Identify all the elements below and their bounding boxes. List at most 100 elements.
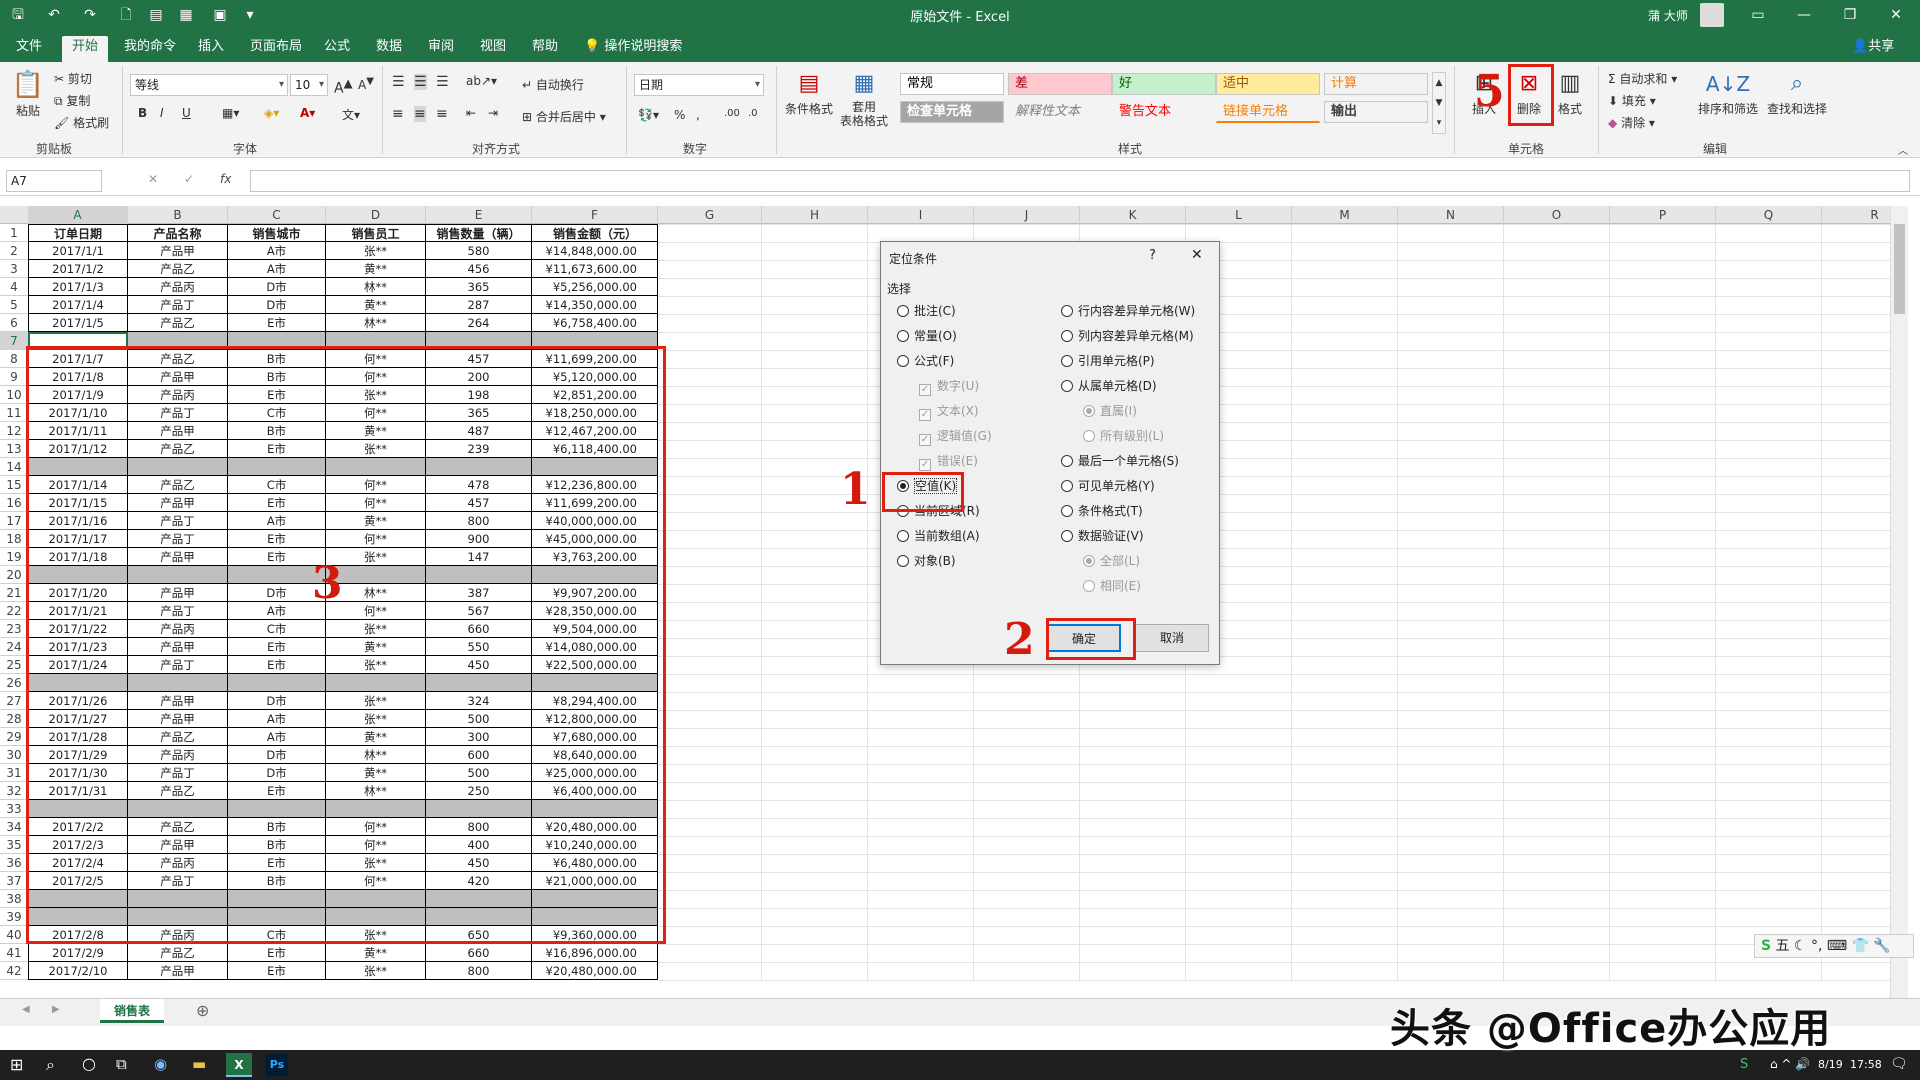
table-cell[interactable]: 黄** bbox=[326, 260, 426, 278]
number-format-combo[interactable]: 日期 bbox=[634, 74, 764, 96]
collapse-ribbon-icon[interactable]: ︿ bbox=[1898, 142, 1908, 157]
avatar[interactable] bbox=[1700, 3, 1724, 27]
table-cell[interactable]: 580 bbox=[426, 242, 532, 260]
percent-icon[interactable]: % bbox=[674, 108, 685, 122]
tab-review[interactable]: 审阅 bbox=[418, 36, 464, 62]
column-header[interactable]: H bbox=[762, 206, 868, 224]
row-header[interactable]: 20 bbox=[0, 566, 28, 584]
style-neutral[interactable]: 适中 bbox=[1216, 73, 1320, 95]
taskbar-time[interactable]: 17:58 bbox=[1850, 1058, 1882, 1071]
table-cell[interactable]: 456 bbox=[426, 260, 532, 278]
row-header[interactable]: 8 bbox=[0, 350, 28, 368]
font-size-combo[interactable]: 10 bbox=[290, 74, 328, 96]
radio-option[interactable]: 从属单元格(D) bbox=[1061, 377, 1157, 394]
row-header[interactable]: 10 bbox=[0, 386, 28, 404]
column-header[interactable]: N bbox=[1398, 206, 1504, 224]
notification-icon[interactable]: 🗨 bbox=[1890, 1056, 1908, 1072]
table-cell[interactable]: E市 bbox=[228, 944, 326, 962]
scroll-thumb[interactable] bbox=[1894, 224, 1905, 314]
style-warning[interactable]: 警告文本 bbox=[1112, 101, 1216, 123]
column-header[interactable]: I bbox=[868, 206, 974, 224]
comma-icon[interactable]: , bbox=[696, 108, 700, 122]
tab-file[interactable]: 文件 bbox=[6, 36, 52, 62]
column-header[interactable]: R bbox=[1822, 206, 1890, 224]
row-header[interactable]: 34 bbox=[0, 818, 28, 836]
cancel-entry-icon[interactable]: ✕ bbox=[148, 172, 158, 186]
row-header[interactable]: 1 bbox=[0, 224, 28, 242]
column-header[interactable]: J bbox=[974, 206, 1080, 224]
tray-app-icon[interactable]: S bbox=[1740, 1057, 1748, 1072]
photoshop-taskbar-icon[interactable]: Ps bbox=[266, 1054, 288, 1076]
column-header[interactable]: E bbox=[426, 206, 532, 224]
row-header[interactable]: 28 bbox=[0, 710, 28, 728]
dialog-help-button[interactable]: ? bbox=[1149, 248, 1156, 263]
row-header[interactable]: 33 bbox=[0, 800, 28, 818]
row-header[interactable]: 3 bbox=[0, 260, 28, 278]
table-cell[interactable]: E市 bbox=[228, 314, 326, 332]
column-header[interactable]: A bbox=[28, 206, 128, 224]
cut-button[interactable]: ✂ 剪切 bbox=[54, 70, 92, 87]
table-cell[interactable]: ¥6,758,400.00 bbox=[532, 314, 658, 332]
style-output[interactable]: 输出 bbox=[1324, 101, 1428, 123]
tab-help[interactable]: 帮助 bbox=[522, 36, 568, 62]
ribbon-display-icon[interactable]: ▭ bbox=[1738, 0, 1778, 30]
table-header-cell[interactable]: 销售城市 bbox=[228, 224, 326, 242]
column-header[interactable]: D bbox=[326, 206, 426, 224]
close-window-icon[interactable]: ✕ bbox=[1876, 0, 1916, 30]
sort-filter-button[interactable]: A↓Z 排序和筛选 bbox=[1696, 68, 1760, 117]
table-cell[interactable]: 365 bbox=[426, 278, 532, 296]
column-header[interactable]: B bbox=[128, 206, 228, 224]
row-header[interactable]: 29 bbox=[0, 728, 28, 746]
column-header[interactable]: P bbox=[1610, 206, 1716, 224]
table-cell[interactable]: 2017/1/4 bbox=[28, 296, 128, 314]
style-normal[interactable]: 常规 bbox=[900, 73, 1004, 95]
table-cell[interactable]: ¥14,848,000.00 bbox=[532, 242, 658, 260]
table-cell[interactable]: D市 bbox=[228, 296, 326, 314]
column-header[interactable]: Q bbox=[1716, 206, 1822, 224]
radio-option[interactable]: 最后一个单元格(S) bbox=[1061, 452, 1179, 469]
phonetic-icon[interactable]: 文▾ bbox=[342, 106, 360, 123]
cortana-icon[interactable]: ○ bbox=[82, 1054, 96, 1073]
tab-my-commands[interactable]: 我的命令 bbox=[114, 36, 186, 62]
formula-input[interactable] bbox=[250, 170, 1910, 192]
style-check-cell[interactable]: 检查单元格 bbox=[900, 101, 1004, 123]
file-explorer-icon[interactable]: ▬ bbox=[192, 1055, 206, 1073]
row-header[interactable]: 15 bbox=[0, 476, 28, 494]
table-cell[interactable]: 产品丁 bbox=[128, 296, 228, 314]
table-cell[interactable]: 660 bbox=[426, 944, 532, 962]
sheet-tab-sales[interactable]: 销售表 bbox=[100, 999, 165, 1023]
table-cell[interactable]: 2017/1/3 bbox=[28, 278, 128, 296]
tab-page-layout[interactable]: 页面布局 bbox=[240, 36, 312, 62]
align-center-icon[interactable]: ≡ bbox=[414, 106, 426, 122]
fill-color-icon[interactable]: ◈▾ bbox=[264, 106, 279, 120]
table-cell[interactable]: ¥14,350,000.00 bbox=[532, 296, 658, 314]
currency-icon[interactable]: 💱▾ bbox=[638, 108, 659, 122]
row-header[interactable]: 37 bbox=[0, 872, 28, 890]
insert-function-icon[interactable]: fx bbox=[220, 172, 231, 186]
table-cell[interactable]: 产品乙 bbox=[128, 944, 228, 962]
row-header[interactable]: 12 bbox=[0, 422, 28, 440]
row-header[interactable]: 26 bbox=[0, 674, 28, 692]
column-header[interactable]: M bbox=[1292, 206, 1398, 224]
row-header[interactable]: 24 bbox=[0, 638, 28, 656]
row-header[interactable]: 16 bbox=[0, 494, 28, 512]
align-bottom-icon[interactable]: ☰ bbox=[436, 74, 449, 90]
row-header[interactable]: 31 bbox=[0, 764, 28, 782]
table-header-cell[interactable]: 产品名称 bbox=[128, 224, 228, 242]
confirm-entry-icon[interactable]: ✓ bbox=[184, 172, 194, 186]
row-header[interactable]: 2 bbox=[0, 242, 28, 260]
tab-home[interactable]: 开始 bbox=[62, 36, 109, 62]
table-cell[interactable]: 2017/1/1 bbox=[28, 242, 128, 260]
row-header[interactable]: 22 bbox=[0, 602, 28, 620]
row-header[interactable]: 19 bbox=[0, 548, 28, 566]
row-header[interactable]: 27 bbox=[0, 692, 28, 710]
table-cell[interactable]: 产品乙 bbox=[128, 314, 228, 332]
cancel-button[interactable]: 取消 bbox=[1135, 624, 1209, 652]
table-cell[interactable]: 黄** bbox=[326, 296, 426, 314]
radio-option[interactable]: 公式(F) bbox=[897, 352, 954, 369]
add-sheet-icon[interactable]: ⊕ bbox=[196, 1001, 209, 1020]
row-header[interactable]: 41 bbox=[0, 944, 28, 962]
align-left-icon[interactable]: ≡ bbox=[392, 106, 404, 122]
taskbar-date[interactable]: 8/19 bbox=[1818, 1058, 1843, 1071]
table-cell[interactable]: 黄** bbox=[326, 944, 426, 962]
